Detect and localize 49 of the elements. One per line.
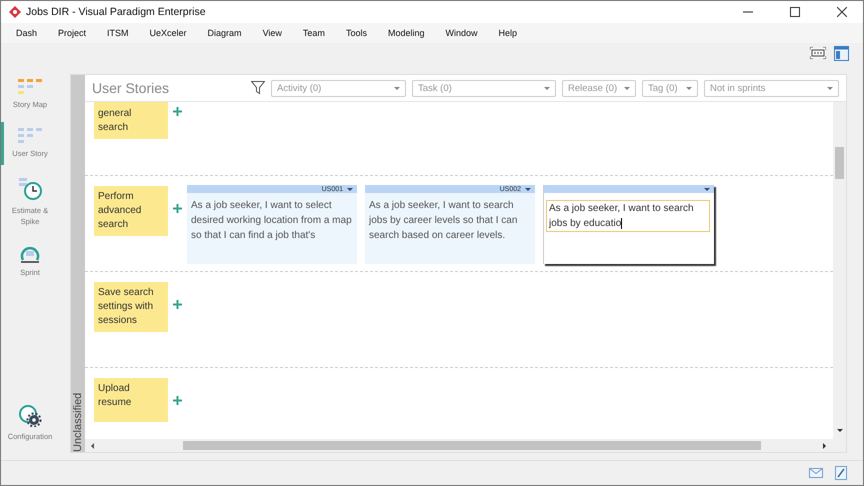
add-icon[interactable] (173, 204, 182, 213)
filter-icon[interactable] (251, 81, 265, 95)
menu-item[interactable]: Diagram (200, 28, 249, 38)
close-icon[interactable] (837, 7, 847, 17)
epic-note[interactable]: Perform advanced search (94, 186, 168, 236)
caret-icon (827, 86, 833, 90)
fit-view-icon[interactable] (810, 47, 826, 59)
add-icon[interactable] (173, 396, 182, 405)
caret-icon (544, 86, 550, 90)
add-icon[interactable] (173, 300, 182, 309)
caret-icon (394, 86, 400, 90)
swimlane-header: Unclassified (71, 75, 85, 452)
caret-icon (347, 188, 353, 190)
add-icon[interactable] (173, 107, 182, 116)
vertical-scrollbar[interactable] (833, 102, 846, 439)
app-logo-icon (9, 6, 21, 18)
menu-item[interactable]: Project (51, 28, 94, 38)
epic-note[interactable]: general search (94, 102, 168, 139)
document-edit-icon[interactable] (835, 466, 847, 480)
sprint-icon (19, 245, 41, 263)
menu-item[interactable]: Window (438, 28, 484, 38)
mail-icon[interactable] (809, 468, 823, 478)
menu-item[interactable]: Help (492, 28, 524, 38)
clock-icon (17, 177, 43, 201)
gear-icon (18, 405, 42, 427)
caret-icon (624, 86, 630, 90)
story-text-field[interactable]: As a job seeker, I want to search jobs by educatio (546, 200, 710, 232)
menu-item[interactable]: Team (296, 28, 332, 38)
story-text: As a job seeker, I want to search jobs by career levels so that I can search based on career levels. (368, 199, 518, 243)
story-card[interactable]: As a job seeker, I want to search jobs by educatio (543, 185, 714, 264)
caret-icon (525, 188, 531, 190)
maximize-icon[interactable] (790, 7, 800, 17)
caret-icon (704, 188, 710, 190)
menu-item[interactable]: UeXceler (142, 28, 194, 38)
view-title: User Stories (92, 80, 170, 96)
story-text: As a job seeker, I want to select desired working location from a map so that I can find a job that's (190, 199, 353, 243)
panel-layout-icon[interactable] (834, 46, 849, 60)
menu-item[interactable]: Modeling (380, 28, 432, 38)
epic-note[interactable]: Upload resume (94, 378, 168, 422)
horizontal-scrollbar[interactable] (85, 439, 846, 452)
window-title: Jobs DIR - Visual Paradigm Enterprise (26, 6, 206, 18)
user-story-icon (18, 128, 42, 144)
menu-item[interactable]: ITSM (100, 28, 136, 38)
caret-icon (686, 86, 692, 90)
story-map-icon (18, 79, 42, 95)
epic-note[interactable]: Save search settings with sessions (94, 282, 168, 332)
menu-item[interactable]: Tools (338, 28, 374, 38)
menu-item[interactable]: View (256, 28, 289, 38)
menu-item[interactable]: Dash (9, 28, 44, 38)
